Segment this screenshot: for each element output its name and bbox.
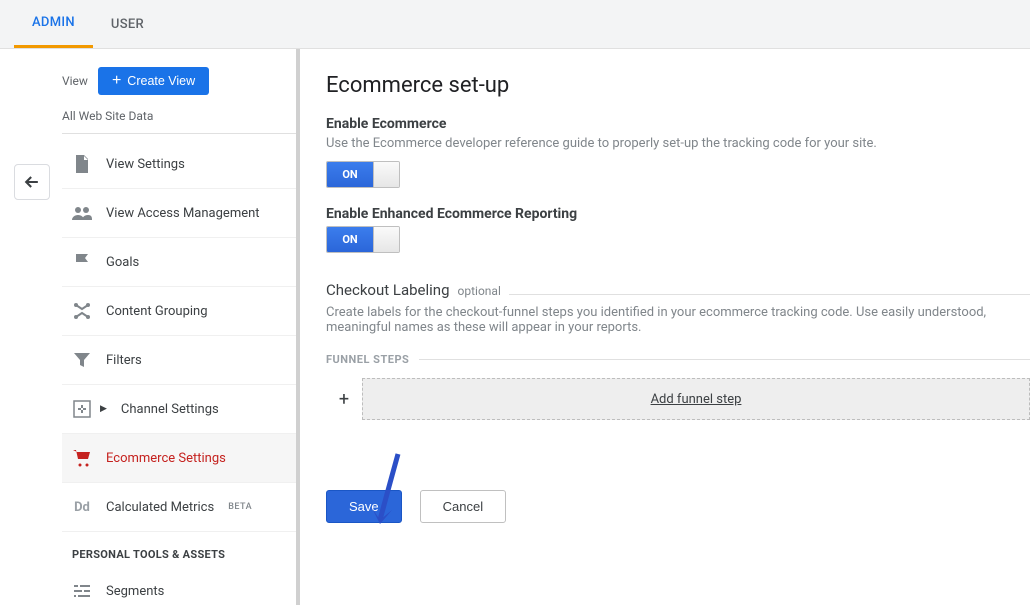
- tab-admin[interactable]: ADMIN: [14, 0, 93, 48]
- sidebar-item-goals[interactable]: Goals: [62, 238, 296, 287]
- sidebar-item-label: Content Grouping: [106, 304, 208, 319]
- sidebar-item-label: Segments: [106, 584, 164, 599]
- channel-icon: [72, 399, 92, 419]
- divider: [509, 294, 1030, 295]
- sidebar-item-content-grouping[interactable]: Content Grouping: [62, 287, 296, 336]
- people-icon: [72, 203, 92, 223]
- sidebar-item-label: Channel Settings: [121, 402, 219, 417]
- toggle-handle: [373, 227, 399, 252]
- sidebar-item-label: Ecommerce Settings: [106, 451, 226, 466]
- sidebar-item-calculated-metrics[interactable]: Dd Calculated Metrics BETA: [62, 483, 296, 532]
- enable-ecommerce-toggle[interactable]: ON: [326, 161, 400, 188]
- view-selector[interactable]: All Web Site Data: [62, 103, 296, 134]
- sidebar-item-label: View Settings: [106, 157, 185, 172]
- toggle-on-label: ON: [327, 227, 373, 252]
- sidebar-item-filters[interactable]: Filters: [62, 336, 296, 385]
- create-view-button[interactable]: + Create View: [98, 67, 209, 95]
- sidebar-item-label: Calculated Metrics: [106, 500, 214, 515]
- funnel-steps-label-text: FUNNEL STEPS: [326, 353, 409, 366]
- sidebar-item-view-settings[interactable]: View Settings: [62, 140, 296, 189]
- sidebar: View + Create View All Web Site Data Vie…: [0, 49, 300, 605]
- beta-badge: BETA: [228, 502, 252, 512]
- optional-label: optional: [458, 284, 501, 298]
- enable-ecommerce-desc: Use the Ecommerce developer reference gu…: [326, 136, 1030, 151]
- divider: [419, 359, 1030, 360]
- section-header-personal: PERSONAL TOOLS & ASSETS: [62, 532, 296, 567]
- sidebar-item-label: View Access Management: [106, 206, 260, 221]
- sidebar-item-label: Goals: [106, 255, 139, 270]
- sidebar-item-ecommerce-settings[interactable]: Ecommerce Settings: [62, 434, 296, 483]
- sidebar-item-label: Filters: [106, 353, 142, 368]
- segments-icon: [72, 581, 92, 601]
- funnel-steps-label: FUNNEL STEPS: [326, 353, 1030, 366]
- dd-icon: Dd: [72, 497, 92, 517]
- enable-enhanced-toggle[interactable]: ON: [326, 226, 400, 253]
- save-button[interactable]: Save: [326, 490, 402, 523]
- tab-user[interactable]: USER: [93, 0, 162, 48]
- checkout-labeling-title: Checkout Labeling: [326, 281, 450, 299]
- create-view-label: Create View: [127, 74, 195, 88]
- enable-ecommerce-label: Enable Ecommerce: [326, 116, 1030, 132]
- checkout-desc: Create labels for the checkout-funnel st…: [326, 305, 1030, 335]
- page-title: Ecommerce set-up: [326, 73, 1030, 98]
- top-tabs: ADMIN USER: [0, 0, 1030, 49]
- cancel-button[interactable]: Cancel: [420, 490, 506, 523]
- flag-icon: [72, 252, 92, 272]
- toggle-on-label: ON: [327, 162, 373, 187]
- content-panel: Ecommerce set-up Enable Ecommerce Use th…: [302, 49, 1030, 605]
- sidebar-item-segments[interactable]: Segments: [62, 567, 296, 605]
- cart-icon: [72, 448, 92, 468]
- funnel-plus-icon: +: [326, 378, 362, 420]
- arrow-left-icon: [22, 172, 42, 192]
- chevron-right-icon: ▶: [100, 404, 107, 414]
- grouping-icon: [72, 301, 92, 321]
- plus-icon: +: [112, 73, 121, 89]
- toggle-handle: [373, 162, 399, 187]
- sidebar-item-access-management[interactable]: View Access Management: [62, 189, 296, 238]
- view-label: View: [62, 74, 88, 88]
- sidebar-item-channel-settings[interactable]: ▶ Channel Settings: [62, 385, 296, 434]
- back-button[interactable]: [14, 164, 50, 200]
- document-icon: [72, 154, 92, 174]
- filter-icon: [72, 350, 92, 370]
- add-funnel-step-button[interactable]: Add funnel step: [362, 378, 1030, 420]
- enable-enhanced-label: Enable Enhanced Ecommerce Reporting: [326, 206, 1030, 222]
